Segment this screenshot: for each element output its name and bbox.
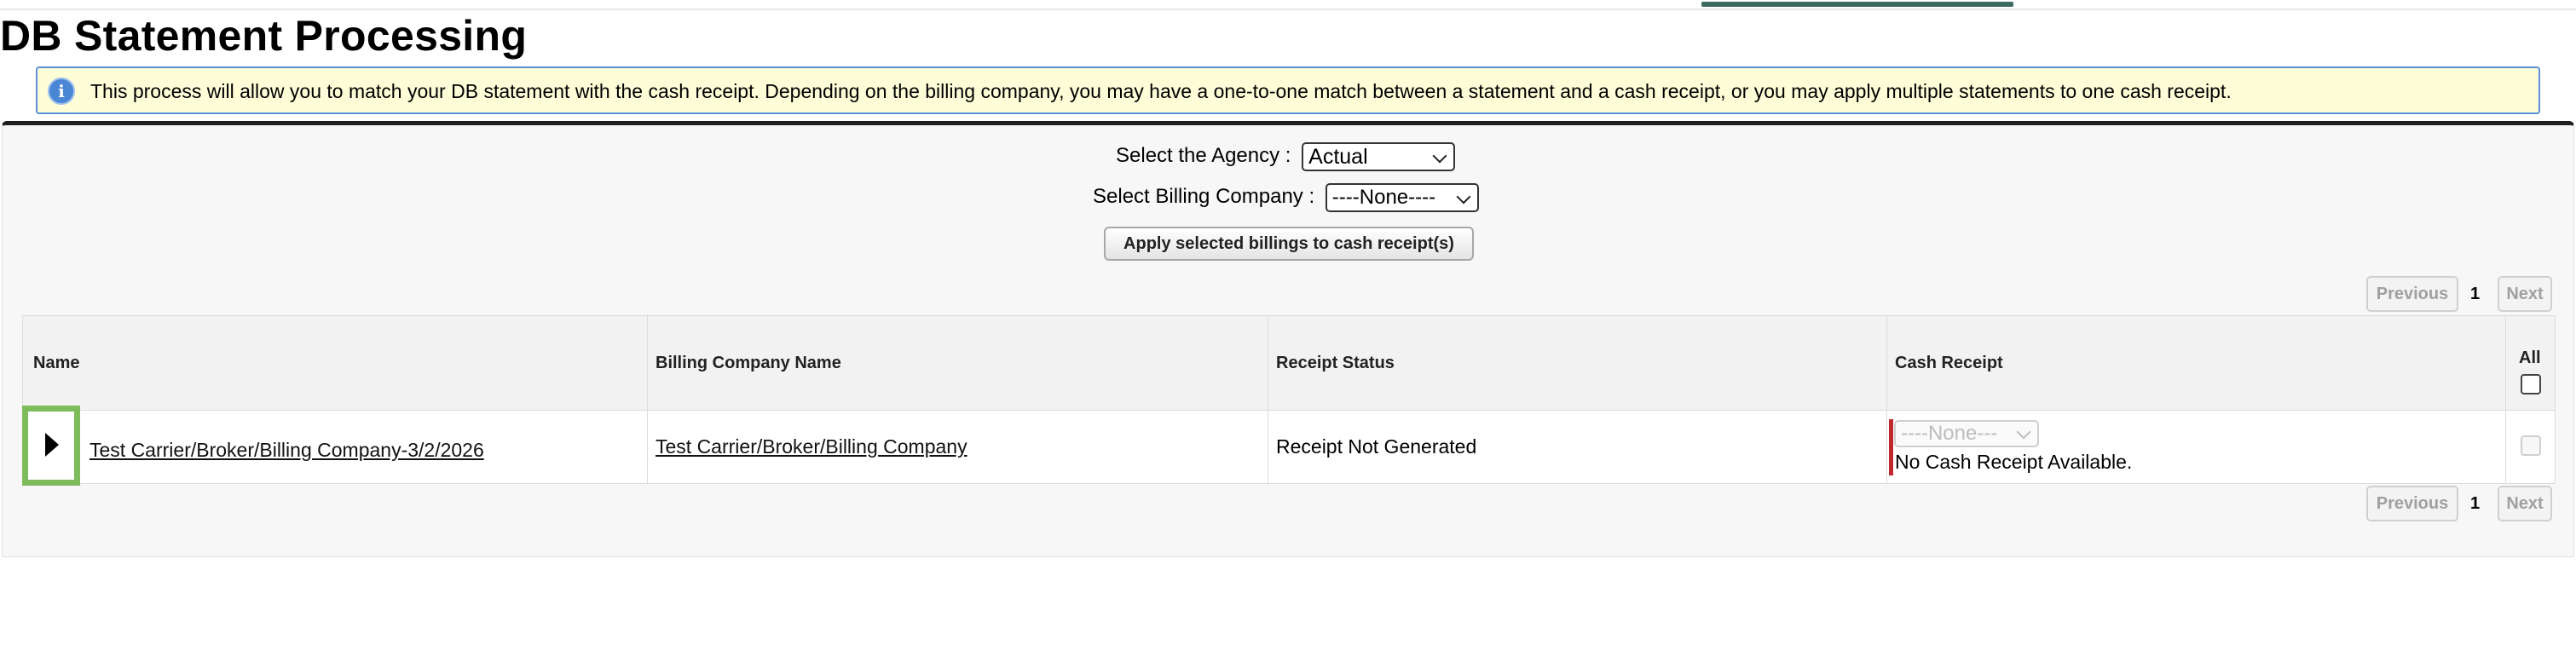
column-divider [2505, 316, 2506, 483]
cash-receipt-select[interactable]: ----None--- [1894, 420, 2039, 447]
row-expand-toggle[interactable] [22, 406, 80, 486]
agency-select[interactable]: Actual [1302, 141, 1456, 171]
chevron-down-icon [1432, 148, 1447, 164]
page-title: DB Statement Processing [0, 12, 528, 60]
agency-filter: Select the Agency : Actual [1116, 141, 1456, 171]
info-text: This process will allow you to match you… [90, 80, 2232, 102]
statement-name-link[interactable]: Test Carrier/Broker/Billing Company-3/2/… [90, 439, 484, 462]
billing-company-link[interactable]: Test Carrier/Broker/Billing Company [656, 435, 967, 458]
current-page-number: 1 [2470, 285, 2481, 303]
next-page-button[interactable]: Next [2498, 276, 2552, 312]
receipt-status: Receipt Not Generated [1276, 435, 1477, 458]
chevron-down-icon [1456, 189, 1471, 204]
required-field-indicator [1889, 419, 1893, 475]
column-header-cash-receipt[interactable]: Cash Receipt [1895, 354, 2003, 373]
agency-label: Select the Agency : [1116, 144, 1291, 167]
next-page-button-bottom[interactable]: Next [2498, 486, 2552, 521]
previous-page-button-bottom[interactable]: Previous [2366, 486, 2458, 521]
previous-page-button[interactable]: Previous [2366, 276, 2458, 312]
row-select-checkbox[interactable] [2521, 435, 2541, 456]
column-header-all: All [2519, 348, 2541, 367]
apply-billings-button[interactable]: Apply selected billings to cash receipt(… [1104, 227, 1474, 261]
billing-company-label: Select Billing Company : [1093, 185, 1315, 208]
current-page-number-bottom: 1 [2470, 494, 2481, 513]
agency-select-value: Actual [1308, 144, 1368, 169]
cash-receipt-select-value: ----None--- [1901, 422, 1998, 445]
expand-arrow-icon [45, 433, 59, 457]
statements-table: Name Billing Company Name Receipt Status… [22, 315, 2556, 484]
cash-receipt-note: No Cash Receipt Available. [1895, 451, 2133, 473]
info-icon: i [48, 78, 75, 105]
billing-company-select-value: ----None---- [1331, 185, 1436, 209]
select-all-checkbox[interactable] [2521, 374, 2541, 394]
column-divider [647, 316, 648, 483]
column-header-billing-company[interactable]: Billing Company Name [656, 354, 841, 373]
billing-company-filter: Select Billing Company : ----None---- [1093, 181, 1479, 212]
column-header-receipt-status[interactable]: Receipt Status [1276, 354, 1395, 373]
active-tab-indicator [1701, 2, 2013, 7]
billing-company-select[interactable]: ----None---- [1325, 182, 1479, 212]
chevron-down-icon [2016, 424, 2031, 440]
column-divider [1886, 316, 1887, 483]
info-banner: i This process will allow you to match y… [36, 66, 2540, 114]
column-header-name[interactable]: Name [33, 354, 79, 373]
